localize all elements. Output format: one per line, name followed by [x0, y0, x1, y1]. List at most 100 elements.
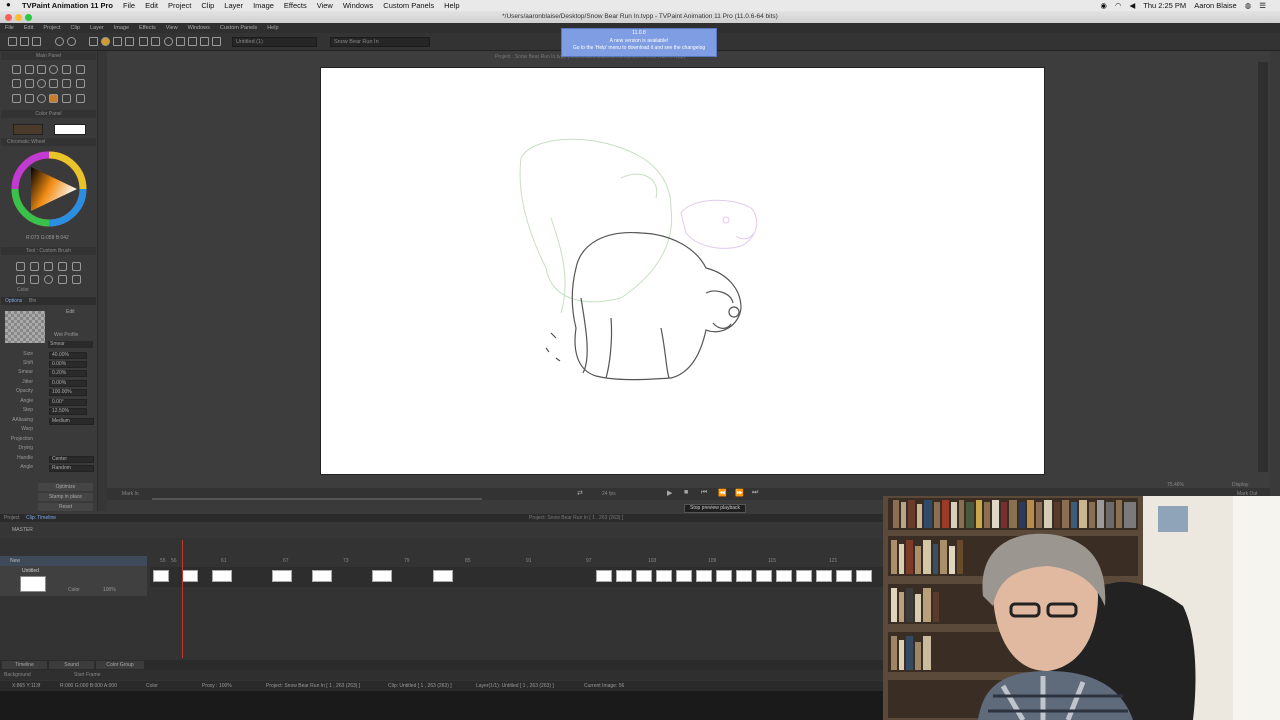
- layer-thumbnail[interactable]: [20, 576, 46, 592]
- redo-icon[interactable]: [67, 37, 76, 46]
- fps-readout[interactable]: 24 fps: [602, 491, 616, 497]
- warp-tool-icon[interactable]: [25, 79, 34, 88]
- mark-in-slider[interactable]: [152, 498, 482, 500]
- param-value[interactable]: 100.00%: [49, 389, 87, 396]
- frame-thumb[interactable]: [796, 570, 812, 582]
- param-value[interactable]: 0.20%: [49, 370, 87, 377]
- frame-thumb[interactable]: [736, 570, 752, 582]
- crop-icon[interactable]: [200, 37, 209, 46]
- cut-tool-icon[interactable]: [49, 79, 58, 88]
- stamp-in-place-button[interactable]: Stamp in place: [38, 493, 93, 501]
- zoom-icon[interactable]: [164, 37, 173, 46]
- app-menu-layer[interactable]: Layer: [85, 25, 109, 31]
- app-menu-project[interactable]: Project: [38, 25, 65, 31]
- right-scrollbar[interactable]: [1258, 62, 1268, 472]
- loop-icon[interactable]: ⇄: [577, 489, 583, 497]
- film-icon[interactable]: [151, 37, 160, 46]
- background-label[interactable]: Background: [4, 672, 31, 678]
- brush-preset-5-icon[interactable]: [72, 262, 81, 271]
- user-name[interactable]: Aaron Blaise: [1194, 1, 1237, 10]
- app-menu-effects[interactable]: Effects: [134, 25, 161, 31]
- pencil-tool-icon[interactable]: [49, 94, 58, 103]
- zoom-tool-icon[interactable]: [37, 79, 46, 88]
- param-value[interactable]: 40.00%: [49, 352, 87, 359]
- brush-preset-6-icon[interactable]: [16, 275, 25, 284]
- play-icon[interactable]: ▶: [667, 489, 672, 497]
- curve-tool-icon[interactable]: [62, 65, 71, 74]
- frame-thumb[interactable]: [816, 570, 832, 582]
- tab-clip-timeline[interactable]: Clip: Timeline: [26, 514, 56, 522]
- brush-preset-8-icon[interactable]: [44, 275, 53, 284]
- new-layer-label[interactable]: New: [10, 558, 20, 564]
- optimize-button[interactable]: Optimize: [38, 483, 93, 491]
- save-file-icon[interactable]: [32, 37, 41, 46]
- bucket-tool-icon[interactable]: [25, 94, 34, 103]
- status-proxy[interactable]: Proxy : 100%: [202, 681, 232, 691]
- chromatic-wheel[interactable]: [11, 151, 87, 227]
- siri-icon[interactable]: ◍: [1245, 1, 1252, 10]
- frame-thumb[interactable]: [212, 570, 232, 582]
- brush-preset-7-icon[interactable]: [30, 275, 39, 284]
- brush-preset-2-icon[interactable]: [30, 262, 39, 271]
- app-menu-clip[interactable]: Clip: [65, 25, 84, 31]
- layer-row[interactable]: Untitled Color 100%: [0, 566, 147, 596]
- frame-thumb[interactable]: [312, 570, 332, 582]
- frame-thumb[interactable]: [372, 570, 392, 582]
- brush-preset-10-icon[interactable]: [72, 275, 81, 284]
- menu-custom-panels[interactable]: Custom Panels: [378, 1, 439, 10]
- frame-thumb[interactable]: [676, 570, 692, 582]
- prev-frame-icon[interactable]: ⏪: [718, 489, 727, 497]
- frame-thumb[interactable]: [433, 570, 453, 582]
- wet-profile-label[interactable]: Wet Profile: [54, 332, 78, 338]
- current-frame-marker[interactable]: [182, 540, 183, 658]
- close-window-icon[interactable]: [5, 14, 12, 21]
- app-menu-image[interactable]: Image: [109, 25, 134, 31]
- select-tool-icon[interactable]: [12, 65, 21, 74]
- stamp-tool-icon[interactable]: [37, 94, 46, 103]
- frame-thumb[interactable]: [182, 570, 198, 582]
- reset-button[interactable]: Reset: [38, 503, 93, 511]
- ellipse-tool-icon[interactable]: [49, 65, 58, 74]
- frame-thumb[interactable]: [716, 570, 732, 582]
- transform-tool-icon[interactable]: [12, 79, 21, 88]
- menu-clip[interactable]: Clip: [196, 1, 219, 10]
- brush-preview[interactable]: [5, 311, 45, 343]
- frame-thumb[interactable]: [616, 570, 632, 582]
- rotate-icon[interactable]: [188, 37, 197, 46]
- tab-project[interactable]: Project: [4, 514, 20, 522]
- undo-icon[interactable]: [55, 37, 64, 46]
- left-panel-scrollbar[interactable]: [97, 51, 107, 511]
- param-value[interactable]: Center: [49, 456, 94, 463]
- hand-tool-icon[interactable]: [62, 94, 71, 103]
- move-tool-icon[interactable]: [12, 94, 21, 103]
- menu-edit[interactable]: Edit: [140, 1, 163, 10]
- camera-tool-icon[interactable]: [76, 79, 85, 88]
- param-value[interactable]: Random: [49, 465, 94, 472]
- menu-layer[interactable]: Layer: [219, 1, 248, 10]
- param-value[interactable]: 0.00%: [49, 380, 87, 387]
- eraser-tool-icon[interactable]: [76, 94, 85, 103]
- zoom-window-icon[interactable]: [25, 14, 32, 21]
- app-menu-windows[interactable]: Windows: [183, 25, 215, 31]
- apple-icon[interactable]: ●: [6, 0, 11, 9]
- color-group-button[interactable]: Color Group: [96, 661, 144, 669]
- menu-view[interactable]: View: [312, 1, 338, 10]
- clock[interactable]: Thu 2:25 PM: [1143, 1, 1186, 10]
- stop-icon[interactable]: ■: [684, 489, 688, 496]
- brush-preset-1-icon[interactable]: [16, 262, 25, 271]
- app-menu-edit[interactable]: Edit: [19, 25, 38, 31]
- grid-icon[interactable]: [89, 37, 98, 46]
- primary-color-swatch[interactable]: [13, 124, 43, 135]
- menu-file[interactable]: File: [118, 1, 140, 10]
- brush-preset-4-icon[interactable]: [58, 262, 67, 271]
- frame-thumb[interactable]: [756, 570, 772, 582]
- frame-thumb[interactable]: [696, 570, 712, 582]
- color-icon[interactable]: [101, 37, 110, 46]
- app-menu-view[interactable]: View: [161, 25, 183, 31]
- panel-tool-icon[interactable]: [62, 79, 71, 88]
- app-name-menu[interactable]: TVPaint Animation 11 Pro: [0, 1, 118, 10]
- tab-options[interactable]: Options: [5, 298, 22, 304]
- layers-icon[interactable]: [113, 37, 122, 46]
- brush-tool-icon[interactable]: [76, 65, 85, 74]
- app-menu-file[interactable]: File: [0, 25, 19, 31]
